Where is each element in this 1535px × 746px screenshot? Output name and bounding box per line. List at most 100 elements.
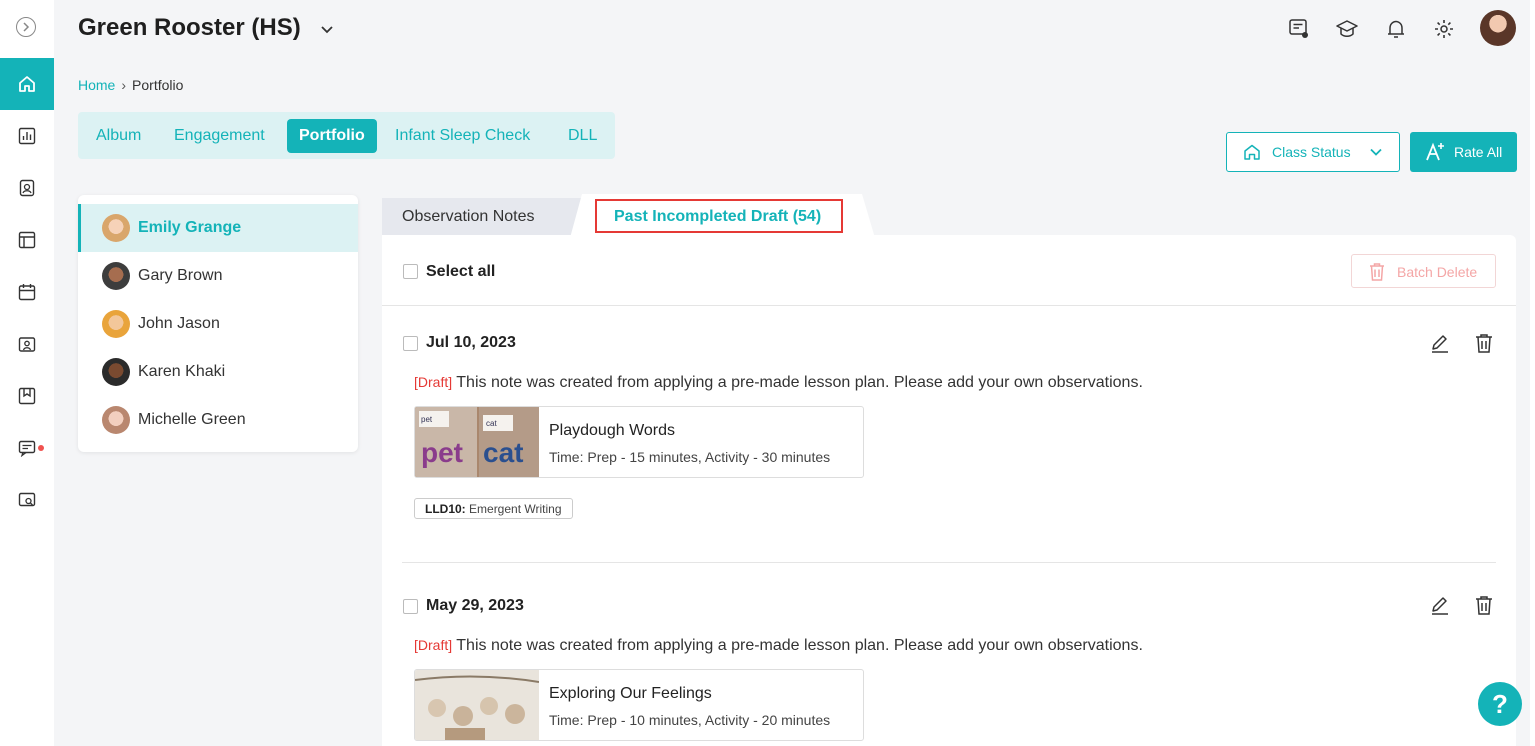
notification-dot — [38, 445, 44, 451]
tab-infant-sleep-check[interactable]: Infant Sleep Check — [395, 119, 530, 153]
section-tabs: Album Engagement Portfolio Infant Sleep … — [78, 112, 615, 159]
class-status-label: Class Status — [1272, 144, 1351, 160]
edit-icon[interactable] — [1430, 333, 1450, 353]
id-badge-icon — [19, 179, 35, 197]
note-checkbox[interactable] — [403, 599, 418, 614]
avatar — [102, 310, 130, 338]
lesson-time: Time: Prep - 15 minutes, Activity - 30 m… — [549, 449, 831, 465]
list-item-gary-brown[interactable]: Gary Brown — [78, 252, 358, 300]
child-name: Karen Khaki — [138, 363, 226, 380]
thumb-word-pet: pet — [421, 415, 433, 424]
chat-icon[interactable] — [1288, 18, 1310, 40]
chevron-down-icon[interactable] — [320, 22, 334, 36]
tab-portfolio[interactable]: Portfolio — [287, 119, 377, 153]
chart-icon — [18, 127, 36, 145]
gear-icon[interactable] — [1433, 18, 1455, 40]
draft-label: [Draft] — [414, 374, 453, 390]
layout-icon — [18, 231, 36, 249]
lesson-card[interactable]: Exploring Our Feelings Time: Prep - 10 m… — [414, 669, 864, 741]
chevron-down-icon — [1370, 148, 1382, 156]
note-date: Jul 10, 2023 — [426, 334, 516, 351]
thumb-word-cat: cat — [486, 419, 497, 428]
home-icon — [1244, 144, 1260, 160]
tab-dll[interactable]: DLL — [568, 119, 597, 153]
class-title[interactable]: Green Rooster (HS) — [78, 14, 301, 42]
divider — [382, 305, 1516, 306]
tab-album[interactable]: Album — [96, 119, 141, 153]
batch-delete-button[interactable]: Batch Delete — [1351, 254, 1496, 288]
skill-tag-label: Emergent Writing — [469, 502, 562, 516]
lesson-title: Exploring Our Feelings — [549, 685, 712, 702]
left-rail — [0, 0, 54, 746]
nav-calendar[interactable] — [18, 283, 36, 301]
lesson-card[interactable]: pet cat pet cat Playdough Words Time: Pr… — [414, 406, 864, 478]
rate-icon — [1426, 142, 1444, 161]
child-name: Emily Grange — [138, 219, 242, 236]
help-button[interactable]: ? — [1478, 682, 1522, 726]
rate-all-label: Rate All — [1454, 144, 1503, 160]
calendar-icon — [18, 284, 36, 301]
list-item-karen-khaki[interactable]: Karen Khaki — [78, 348, 358, 396]
child-name: Michelle Green — [138, 411, 246, 428]
note-checkbox[interactable] — [403, 336, 418, 351]
bookmark-icon — [18, 387, 36, 405]
lesson-thumbnail — [415, 670, 539, 740]
user-avatar[interactable] — [1480, 10, 1516, 46]
list-item-emily-grange[interactable]: Emily Grange — [78, 204, 358, 252]
select-all-checkbox[interactable] — [403, 264, 418, 279]
avatar — [102, 406, 130, 434]
note-body: This note was created from applying a pr… — [456, 374, 1143, 391]
breadcrumb-current: Portfolio — [132, 77, 184, 93]
edit-icon[interactable] — [1430, 595, 1450, 615]
nav-home[interactable] — [0, 58, 54, 110]
trash-icon — [1370, 263, 1384, 281]
divider — [402, 562, 1496, 563]
nav-profiles[interactable] — [18, 335, 36, 353]
message-card-icon — [18, 440, 36, 457]
home-icon — [19, 76, 35, 92]
select-all-label[interactable]: Select all — [426, 263, 495, 281]
bell-icon[interactable] — [1385, 18, 1407, 40]
rate-all-button[interactable]: Rate All — [1410, 132, 1517, 172]
trash-icon[interactable] — [1474, 333, 1494, 353]
child-name: Gary Brown — [138, 267, 223, 284]
list-item-john-jason[interactable]: John Jason — [78, 300, 358, 348]
lesson-time: Time: Prep - 10 minutes, Activity - 20 m… — [549, 712, 831, 728]
nav-messages[interactable] — [18, 439, 36, 457]
list-item-michelle-green[interactable]: Michelle Green — [78, 396, 358, 444]
nav-reports[interactable] — [18, 127, 36, 145]
lesson-thumbnail: pet cat pet cat — [415, 407, 539, 477]
thumb-playdough-pet: pet — [421, 437, 463, 468]
skill-tag: LLD10: Emergent Writing — [414, 498, 573, 519]
avatar — [102, 262, 130, 290]
breadcrumb: Home › Portfolio — [78, 77, 183, 93]
nav-layout[interactable] — [18, 231, 36, 249]
nav-contacts[interactable] — [18, 179, 36, 197]
breadcrumb-separator-icon: › — [121, 77, 127, 93]
nav-bookmarks[interactable] — [18, 387, 36, 405]
drafts-panel: Select all Batch Delete Jul 10, 2023 [Dr… — [382, 235, 1516, 746]
breadcrumb-home[interactable]: Home — [78, 77, 115, 93]
nav-search-records[interactable] — [18, 491, 36, 509]
profile-card-icon — [18, 337, 36, 352]
note-text: [Draft] This note was created from apply… — [414, 374, 1143, 392]
scrollbar[interactable] — [1530, 0, 1535, 746]
expand-sidebar-icon[interactable] — [16, 17, 36, 37]
graduation-icon[interactable] — [1336, 18, 1358, 40]
children-list: Emily Grange Gary Brown John Jason Karen… — [78, 195, 358, 452]
trash-icon[interactable] — [1474, 595, 1494, 615]
note-text: [Draft] This note was created from apply… — [414, 637, 1143, 655]
note-date: May 29, 2023 — [426, 597, 524, 614]
tab-observation-notes[interactable]: Observation Notes — [382, 198, 582, 236]
tab-engagement[interactable]: Engagement — [174, 119, 265, 153]
child-name: John Jason — [138, 315, 220, 332]
search-folder-icon — [18, 492, 36, 507]
thumb-playdough-cat: cat — [483, 437, 523, 468]
note-body: This note was created from applying a pr… — [456, 637, 1143, 654]
skill-tag-code: LLD10: — [425, 502, 466, 516]
tab-past-incompleted-draft-label: Past Incompleted Draft (54) — [614, 208, 822, 225]
lesson-title: Playdough Words — [549, 422, 675, 439]
class-status-button[interactable]: Class Status — [1226, 132, 1400, 172]
tab-past-incompleted-draft-highlight[interactable]: Past Incompleted Draft (54) — [595, 199, 843, 233]
batch-delete-label: Batch Delete — [1397, 264, 1478, 280]
